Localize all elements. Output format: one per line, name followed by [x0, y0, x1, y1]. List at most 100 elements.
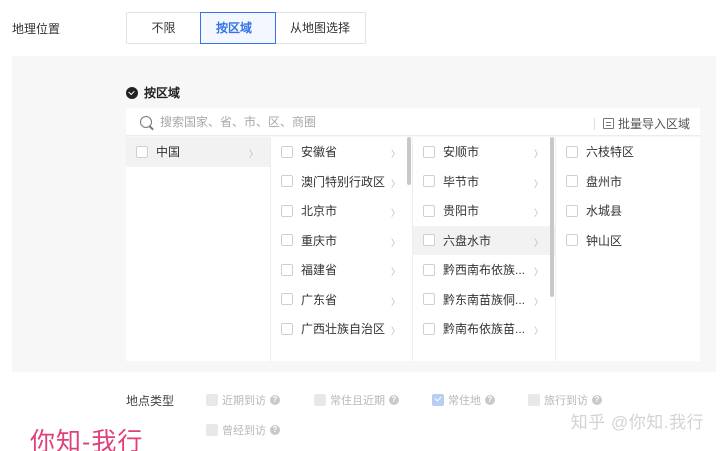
list-item[interactable]: 黔东南苗族侗... 〉: [413, 285, 555, 315]
geo-location-label: 地理位置: [12, 22, 61, 36]
list-item[interactable]: 广东省 〉: [271, 285, 412, 315]
chevron-right-icon: 〉: [533, 326, 543, 336]
checkbox[interactable]: [528, 394, 540, 406]
geo-option-unlimited[interactable]: 不限: [127, 13, 201, 43]
checkbox[interactable]: [566, 145, 578, 158]
watermark-text: 知乎 @你知.我行: [570, 413, 704, 432]
chevron-right-icon: 〉: [533, 208, 543, 218]
help-icon[interactable]: ?: [270, 395, 280, 405]
item-label: 毕节市: [443, 174, 480, 189]
item-label: 水城县: [586, 204, 623, 219]
checkbox[interactable]: [423, 322, 435, 335]
list-item[interactable]: 毕节市 〉: [413, 167, 555, 197]
list-item[interactable]: 北京市 〉: [271, 196, 412, 226]
city-column[interactable]: 安顺市〉 毕节市〉 贵阳市〉 六盘水市〉 黔西南布依族... 〉 黔东南苗族侗..…: [413, 137, 556, 361]
checkbox[interactable]: [281, 293, 293, 306]
geo-option-by-region[interactable]: 按区域: [200, 12, 276, 44]
checkbox[interactable]: [566, 175, 578, 188]
region-search-bar: 批量导入区域: [126, 108, 700, 136]
checkbox[interactable]: [281, 234, 293, 247]
checkbox[interactable]: [432, 394, 444, 406]
list-item[interactable]: 福建省 〉: [271, 255, 412, 285]
item-label: 广西壮族自治区: [301, 322, 386, 337]
checkbox[interactable]: [423, 234, 435, 247]
list-item[interactable]: 黔南布依族苗... 〉: [413, 314, 555, 344]
list-item[interactable]: 盘州市: [556, 167, 700, 197]
list-item[interactable]: 水城县: [556, 196, 700, 226]
chevron-right-icon: 〉: [390, 326, 400, 336]
geo-option-from-map[interactable]: 从地图选择: [275, 13, 365, 43]
region-title-label: 按区域: [144, 86, 181, 100]
checkbox[interactable]: [423, 175, 435, 188]
location-type-option[interactable]: 常住地 ?: [432, 392, 495, 408]
chevron-right-icon: 〉: [390, 178, 400, 189]
check-circle-icon: [126, 86, 138, 99]
list-item[interactable]: 贵阳市 〉: [413, 196, 555, 226]
chevron-right-icon: 〉: [533, 267, 543, 277]
batch-import-label: 批量导入区域: [617, 117, 690, 131]
list-item[interactable]: 广西壮族自治区〉: [271, 314, 412, 344]
item-label: 重庆市: [301, 233, 338, 248]
checkbox[interactable]: [281, 204, 293, 217]
location-type-option[interactable]: 曾经到访 ?: [206, 422, 280, 438]
list-item[interactable]: 安顺市 〉: [413, 137, 555, 167]
chevron-right-icon: 〉: [390, 267, 400, 277]
list-item[interactable]: 黔西南布依族... 〉: [413, 255, 555, 285]
option-label: 常住且近期: [330, 395, 385, 407]
list-item[interactable]: 重庆市 〉: [271, 226, 412, 256]
checkbox[interactable]: [136, 145, 148, 158]
region-search-input[interactable]: [160, 114, 460, 129]
item-label: 黔南布依族苗...: [443, 322, 526, 337]
scrollbar[interactable]: [407, 137, 411, 185]
item-label: 黔东南苗族侗...: [443, 292, 526, 307]
help-icon[interactable]: ?: [270, 425, 280, 435]
chevron-right-icon: 〉: [390, 208, 400, 218]
brand-text: 你知-我行: [30, 428, 144, 451]
checkbox[interactable]: [423, 263, 435, 276]
province-column[interactable]: 安徽省〉 澳门特别行政区〉 北京市〉 重庆市〉 福建省〉 广东省〉 广西壮族自治…: [271, 137, 413, 361]
help-icon[interactable]: ?: [592, 395, 602, 405]
item-label: 盘州市: [586, 174, 623, 189]
location-type-option[interactable]: 旅行到访 ?: [528, 392, 602, 408]
item-label: 六枝特区: [586, 145, 635, 160]
checkbox[interactable]: [314, 394, 326, 406]
list-item[interactable]: 安徽省 〉: [271, 137, 412, 167]
location-type-option[interactable]: 近期到访 ?: [206, 392, 280, 408]
checkbox[interactable]: [423, 204, 435, 217]
location-type-option[interactable]: 常住且近期 ?: [314, 392, 399, 408]
region-section-title: 按区域: [126, 84, 180, 101]
option-label: 常住地: [448, 395, 481, 407]
list-item[interactable]: 钟山区: [556, 226, 700, 256]
item-label: 中国: [156, 145, 181, 160]
option-label: 近期到访: [222, 395, 266, 407]
chevron-right-icon: 〉: [390, 296, 400, 307]
help-icon[interactable]: ?: [485, 395, 495, 405]
checkbox[interactable]: [281, 175, 293, 188]
region-cascader: 中国 〉 安徽省〉 澳门特别行政区〉 北京市〉 重庆市〉 福建省〉 广东省〉 广…: [126, 137, 700, 361]
item-label: 澳门特别行政区: [301, 174, 386, 189]
item-label: 安顺市: [443, 145, 480, 160]
checkbox[interactable]: [206, 424, 218, 436]
checkbox[interactable]: [281, 263, 293, 276]
checkbox[interactable]: [566, 234, 578, 247]
item-label: 北京市: [301, 204, 338, 219]
chevron-right-icon: 〉: [533, 296, 543, 307]
district-column[interactable]: 六枝特区 盘州市 水城县 钟山区: [556, 137, 700, 361]
country-column[interactable]: 中国 〉: [126, 137, 271, 361]
checkbox[interactable]: [206, 394, 218, 406]
batch-import-button[interactable]: 批量导入区域: [593, 115, 690, 132]
chevron-right-icon: 〉: [533, 149, 543, 159]
list-item[interactable]: 中国 〉: [126, 137, 270, 167]
checkbox[interactable]: [281, 145, 293, 158]
list-item[interactable]: 六盘水市 〉: [413, 225, 555, 255]
item-label: 贵阳市: [443, 204, 480, 219]
list-item[interactable]: 澳门特别行政区〉: [271, 167, 412, 197]
checkbox[interactable]: [566, 204, 578, 217]
scrollbar[interactable]: [550, 137, 554, 297]
checkbox[interactable]: [281, 322, 293, 335]
checkbox[interactable]: [423, 145, 435, 158]
item-label: 安徽省: [301, 145, 338, 160]
checkbox[interactable]: [423, 293, 435, 306]
help-icon[interactable]: ?: [389, 395, 399, 405]
list-item[interactable]: 六枝特区: [556, 137, 700, 167]
